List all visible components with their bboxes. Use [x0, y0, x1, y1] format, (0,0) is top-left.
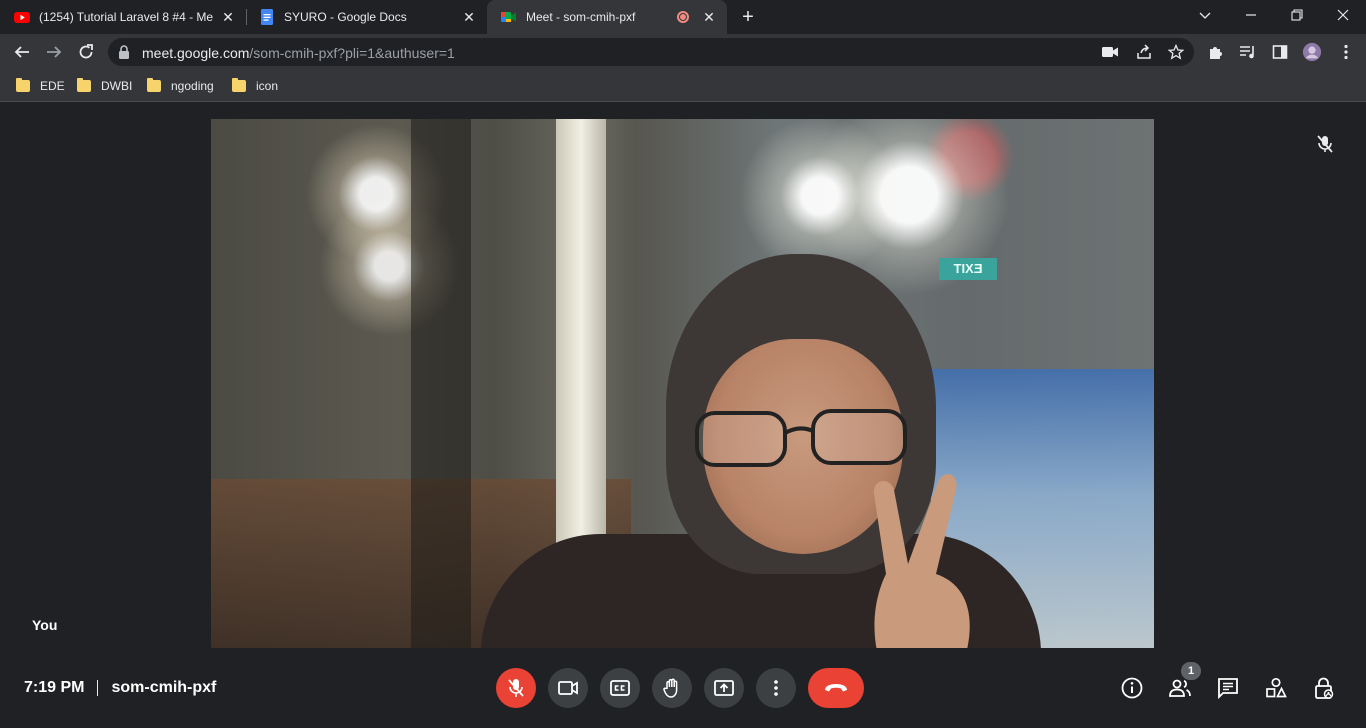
share-icon[interactable]: [1135, 43, 1153, 61]
mic-off-icon: [508, 679, 524, 697]
bookmark-label: icon: [256, 79, 279, 93]
camera-toggle-button[interactable]: [548, 668, 588, 708]
camera-in-use-icon[interactable]: [1101, 43, 1119, 61]
current-time: 7:19 PM: [24, 679, 85, 696]
url-path: /som-cmih-pxf?pli=1&authuser=1: [249, 45, 455, 61]
tab-youtube[interactable]: (1254) Tutorial Laravel 8 #4 - Me ✕: [0, 0, 246, 34]
bookmark-folder-icon[interactable]: icon: [232, 77, 278, 95]
meeting-controls-bar: 7:19 PM som-cmih-pxf 1: [0, 662, 1366, 728]
close-tab-icon[interactable]: ✕: [218, 7, 238, 27]
raise-hand-button[interactable]: [652, 668, 692, 708]
chat-icon[interactable]: [1216, 676, 1240, 700]
leave-call-button[interactable]: [808, 668, 864, 708]
raise-hand-icon: [663, 678, 678, 698]
video-background-pillar: [411, 119, 471, 648]
bookmark-folder-ede[interactable]: EDE: [16, 77, 65, 95]
tab-title: (1254) Tutorial Laravel 8 #4 - Me: [39, 10, 214, 24]
url-host: meet.google.com: [142, 45, 250, 61]
recording-indicator-icon: [677, 11, 689, 23]
hang-up-icon: [825, 684, 847, 692]
folder-icon: [147, 78, 161, 92]
tab-strip: (1254) Tutorial Laravel 8 #4 - Me ✕ SYUR…: [0, 0, 1366, 34]
profile-avatar[interactable]: [1302, 42, 1322, 62]
video-camera-icon: [558, 681, 578, 695]
more-vert-icon: [774, 680, 778, 696]
activities-icon[interactable]: [1264, 676, 1288, 700]
muted-mic-indicator-icon: [1314, 133, 1336, 155]
browser-menu-icon[interactable]: [1336, 42, 1356, 62]
folder-icon: [232, 78, 246, 92]
forward-arrow-icon: [47, 46, 62, 58]
close-tab-icon[interactable]: ✕: [459, 7, 479, 27]
more-options-button[interactable]: [756, 668, 796, 708]
google-meet-icon: [501, 9, 517, 25]
browser-toolbar: meet.google.com/som-cmih-pxf?pli=1&authu…: [0, 34, 1366, 70]
meeting-details-icon[interactable]: [1120, 676, 1144, 700]
bookmark-folder-ngoding[interactable]: ngoding: [147, 77, 214, 95]
present-screen-button[interactable]: [704, 668, 744, 708]
folder-icon: [16, 78, 30, 92]
side-panel-icon[interactable]: [1270, 42, 1290, 62]
present-screen-icon: [714, 680, 734, 696]
tab-meet[interactable]: Meet - som-cmih-pxf ✕: [487, 0, 727, 34]
host-controls-icon[interactable]: [1312, 676, 1336, 700]
address-bar[interactable]: meet.google.com/som-cmih-pxf?pli=1&authu…: [108, 38, 1194, 66]
google-docs-icon: [259, 9, 275, 25]
participant-count-badge: 1: [1181, 662, 1201, 680]
folder-icon: [77, 78, 91, 92]
media-control-icon[interactable]: [1238, 42, 1258, 62]
close-window-button[interactable]: [1320, 0, 1366, 30]
reload-button[interactable]: [72, 38, 100, 66]
bookmark-label: ngoding: [171, 79, 214, 93]
bookmark-star-icon[interactable]: [1167, 43, 1185, 61]
reload-icon: [79, 44, 93, 59]
bookmark-folder-dwbi[interactable]: DWBI: [77, 77, 132, 95]
self-video-feed[interactable]: EXIT: [211, 119, 1154, 648]
bookmark-label: EDE: [40, 79, 65, 93]
back-arrow-icon: [14, 46, 29, 58]
meeting-code: som-cmih-pxf: [111, 679, 217, 696]
bookmarks-bar: EDE DWBI ngoding icon: [0, 70, 1366, 102]
captions-button[interactable]: [600, 668, 640, 708]
microphone-toggle-button[interactable]: [496, 668, 536, 708]
tab-google-docs[interactable]: SYURO - Google Docs ✕: [245, 0, 487, 34]
forward-button[interactable]: [40, 38, 68, 66]
back-button[interactable]: [8, 38, 36, 66]
tab-title: Meet - som-cmih-pxf: [526, 10, 636, 24]
closed-captions-icon: [610, 680, 630, 696]
url-text[interactable]: meet.google.com/som-cmih-pxf?pli=1&authu…: [142, 45, 455, 61]
close-tab-icon[interactable]: ✕: [699, 7, 719, 27]
new-tab-button[interactable]: +: [736, 5, 760, 29]
video-person: [481, 254, 1041, 648]
meeting-details: 7:19 PM som-cmih-pxf: [24, 679, 216, 697]
restore-button[interactable]: [1274, 0, 1320, 30]
self-tile-label: You: [32, 617, 58, 633]
bookmark-label: DWBI: [101, 79, 133, 93]
minimize-button[interactable]: [1228, 0, 1274, 30]
meet-stage: EXIT You 7:19 PM som-cmih-pxf 1: [0, 103, 1366, 728]
tab-title: SYURO - Google Docs: [284, 10, 407, 24]
youtube-icon: [14, 9, 30, 25]
tab-search-icon[interactable]: [1182, 0, 1228, 30]
peace-sign-hand: [873, 474, 970, 648]
lock-icon[interactable]: [118, 45, 130, 64]
extensions-icon[interactable]: [1206, 42, 1226, 62]
divider: [97, 680, 99, 696]
